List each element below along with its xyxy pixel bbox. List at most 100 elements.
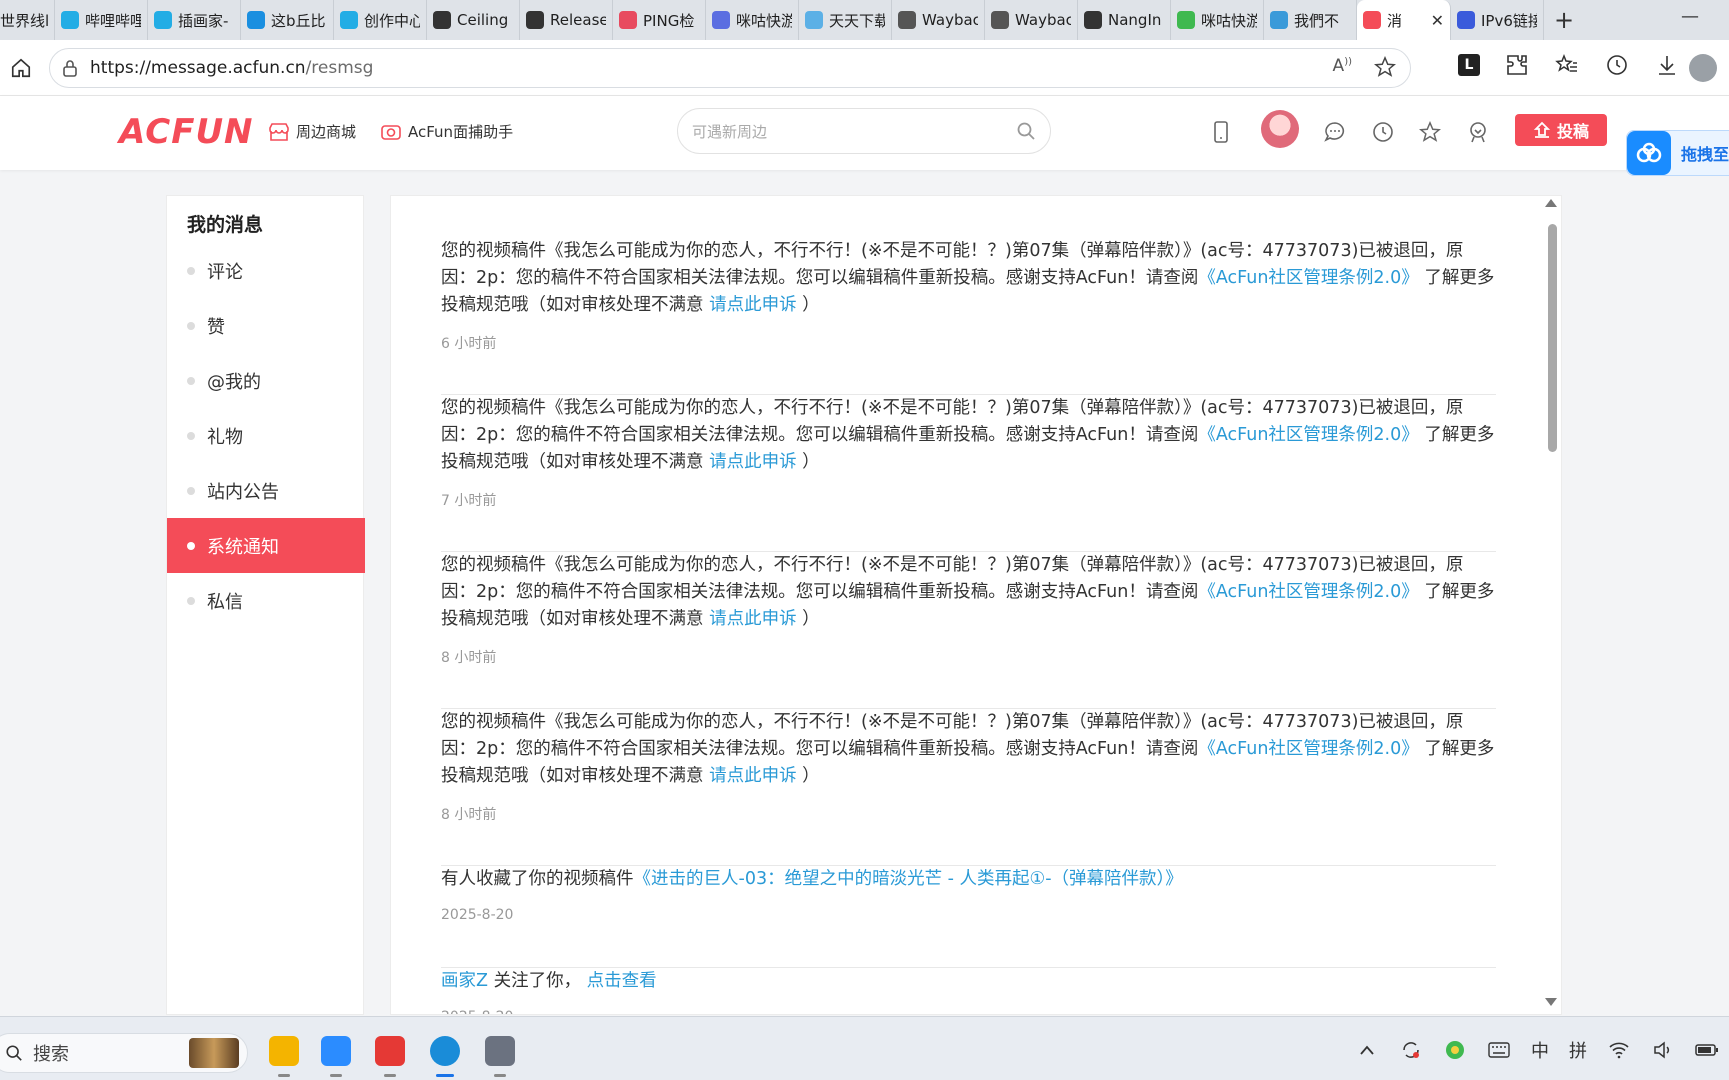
- minimize-button[interactable]: —: [1681, 6, 1699, 27]
- scroll-down-arrow[interactable]: [1545, 998, 1557, 1006]
- home-icon: [11, 58, 31, 77]
- github-icon: [526, 11, 544, 29]
- ime-mode-indicator[interactable]: 拼: [1569, 1037, 1587, 1063]
- windows-taskbar: 搜索 中 拼: [0, 1016, 1729, 1080]
- scrollbar-thumb[interactable]: [1548, 224, 1557, 452]
- profile-avatar[interactable]: [1689, 54, 1717, 82]
- browser-tab[interactable]: 我們不: [1264, 0, 1357, 40]
- baidu-netdisk-icon[interactable]: [316, 1031, 356, 1077]
- message-link[interactable]: 《AcFun社区管理条例2.0》: [1198, 425, 1418, 445]
- user-avatar[interactable]: [1261, 110, 1299, 148]
- browser-tab[interactable]: 这b丘比: [241, 0, 334, 40]
- sidebar-menu-item[interactable]: 赞: [167, 298, 365, 353]
- search-icon[interactable]: [1016, 121, 1036, 145]
- sidebar-menu-item[interactable]: 系统通知: [167, 518, 365, 573]
- battery-icon[interactable]: [1695, 1038, 1719, 1062]
- settings-icon[interactable]: [480, 1031, 520, 1077]
- message-link[interactable]: 请点此申诉: [709, 609, 797, 629]
- bullet-dot-icon: [187, 541, 195, 550]
- sidebar-menu-item[interactable]: 礼物: [167, 408, 365, 463]
- browser-tab[interactable]: IPv6链接: [1451, 0, 1544, 40]
- app-glyph: [269, 1036, 299, 1066]
- browser-tab[interactable]: Ceiling: [427, 0, 520, 40]
- read-aloud-icon[interactable]: A)): [1333, 56, 1352, 83]
- scroll-up-arrow[interactable]: [1545, 199, 1557, 207]
- browser-tab[interactable]: PING检: [613, 0, 706, 40]
- keyboard-icon[interactable]: [1487, 1038, 1511, 1062]
- message-link[interactable]: 请点此申诉: [709, 766, 797, 786]
- bilibili-icon: [154, 11, 172, 29]
- site-search-input[interactable]: 可遇新周边: [677, 108, 1051, 154]
- message-timestamp: 6 小时前: [441, 336, 497, 352]
- bullet-dot-icon: [187, 321, 195, 330]
- ping-icon: [619, 11, 637, 29]
- browser-tab[interactable]: 世界线l: [0, 0, 55, 40]
- browser-tab[interactable]: NangIn: [1078, 0, 1171, 40]
- bananas-icon[interactable]: [1466, 120, 1490, 144]
- sidebar-menu-item[interactable]: @我的: [167, 353, 365, 408]
- browser-tab[interactable]: 哔哩哔哩: [55, 0, 148, 40]
- address-bar[interactable]: https://message.acfun.cn/resmsg A)): [49, 48, 1411, 88]
- nav-helper-link[interactable]: AcFun面捕助手: [380, 121, 513, 142]
- tab-close-icon[interactable]: ✕: [1431, 11, 1444, 30]
- sidebar-menu-item[interactable]: 站内公告: [167, 463, 365, 518]
- message-text: 您的视频稿件《我怎么可能成为你的恋人，不行不行！(※不是不可能！？)第07集（弹…: [441, 709, 1496, 790]
- browser-tab[interactable]: 消 ✕: [1357, 0, 1451, 40]
- bilibili-icon: [247, 11, 265, 29]
- browser-tab[interactable]: Wayback: [985, 0, 1078, 40]
- lock-icon[interactable]: [62, 59, 78, 77]
- browser-tab[interactable]: Wayback: [892, 0, 985, 40]
- home-button[interactable]: [2, 49, 40, 87]
- nav-shop-label: 周边商城: [296, 123, 357, 141]
- message-link[interactable]: 《进击的巨人-03：绝望之中的暗淡光芒 - 人类再起①-（弹幕陪伴款）》: [634, 869, 1183, 889]
- mobile-app-icon[interactable]: [1209, 120, 1233, 144]
- downloads-icon[interactable]: [1654, 52, 1680, 78]
- sidebar-item-label: 私信: [207, 591, 243, 613]
- message-link[interactable]: 《AcFun社区管理条例2.0》: [1198, 582, 1418, 602]
- acfun-logo[interactable]: ACFUN: [119, 112, 254, 152]
- taskbar-search[interactable]: 搜索: [0, 1033, 248, 1073]
- red-app-icon[interactable]: [370, 1031, 410, 1077]
- new-tab-button[interactable]: +: [1544, 0, 1584, 40]
- message-text: 您的视频稿件《我怎么可能成为你的恋人，不行不行！(※不是不可能！？)第07集（弹…: [441, 552, 1496, 633]
- message-link[interactable]: 画家Z: [441, 971, 488, 991]
- message-link[interactable]: 请点此申诉: [709, 452, 797, 472]
- message-link[interactable]: 《AcFun社区管理条例2.0》: [1198, 268, 1418, 288]
- sidebar-menu-item[interactable]: 评论: [167, 243, 365, 298]
- browser-tab[interactable]: 咪咕快游: [706, 0, 799, 40]
- message-link[interactable]: 点击查看: [587, 971, 657, 991]
- browser-tab[interactable]: 天天下载: [799, 0, 892, 40]
- favorite-star-icon[interactable]: [1373, 55, 1397, 83]
- browser-tab[interactable]: 插画家-: [148, 0, 241, 40]
- edge-browser-icon[interactable]: [425, 1031, 465, 1077]
- upload-button[interactable]: 投稿: [1515, 114, 1607, 146]
- green-tray-app-icon[interactable]: [1443, 1038, 1467, 1062]
- message-list[interactable]: 您的视频稿件《我怎么可能成为你的恋人，不行不行！(※不是不可能！？)第07集（弹…: [390, 195, 1562, 1015]
- messages-icon[interactable]: [1323, 120, 1347, 144]
- favorites-star-icon[interactable]: [1418, 120, 1442, 144]
- baidu-netdisk-drop-tab[interactable]: 拖拽至: [1626, 130, 1729, 176]
- favorites-list-icon[interactable]: [1554, 52, 1580, 78]
- file-explorer-icon[interactable]: [264, 1031, 304, 1077]
- history-clock-icon[interactable]: [1371, 120, 1395, 144]
- extensions-puzzle-icon[interactable]: [1504, 52, 1530, 78]
- sidebar-item-label: 系统通知: [207, 536, 279, 558]
- message-link[interactable]: 《AcFun社区管理条例2.0》: [1198, 739, 1418, 759]
- wifi-icon[interactable]: [1607, 1038, 1631, 1062]
- browser-tab[interactable]: 咪咕快游: [1171, 0, 1264, 40]
- browser-tab-strip: 世界线l 哔哩哔哩 插画家- 这b丘比 创作中心 Ceiling Release PING检 咪…: [0, 0, 1729, 40]
- extension-l-icon[interactable]: L: [1458, 54, 1480, 76]
- history-icon[interactable]: [1604, 52, 1630, 78]
- chevron-up-icon[interactable]: [1355, 1038, 1379, 1062]
- sidebar-menu-item[interactable]: 私信: [167, 573, 365, 628]
- message-link[interactable]: 请点此申诉: [709, 295, 797, 315]
- tab-title: 哔哩哔哩: [85, 11, 141, 30]
- browser-tab[interactable]: 创作中心: [334, 0, 427, 40]
- ime-language-indicator[interactable]: 中: [1531, 1037, 1549, 1063]
- volume-icon[interactable]: [1651, 1038, 1675, 1062]
- browser-tab[interactable]: Release: [520, 0, 613, 40]
- nav-shop-link[interactable]: 周边商城: [268, 121, 356, 142]
- sync-icon[interactable]: [1399, 1038, 1423, 1062]
- tab-title: NangIn: [1108, 11, 1162, 29]
- tab-title: Release: [550, 11, 606, 29]
